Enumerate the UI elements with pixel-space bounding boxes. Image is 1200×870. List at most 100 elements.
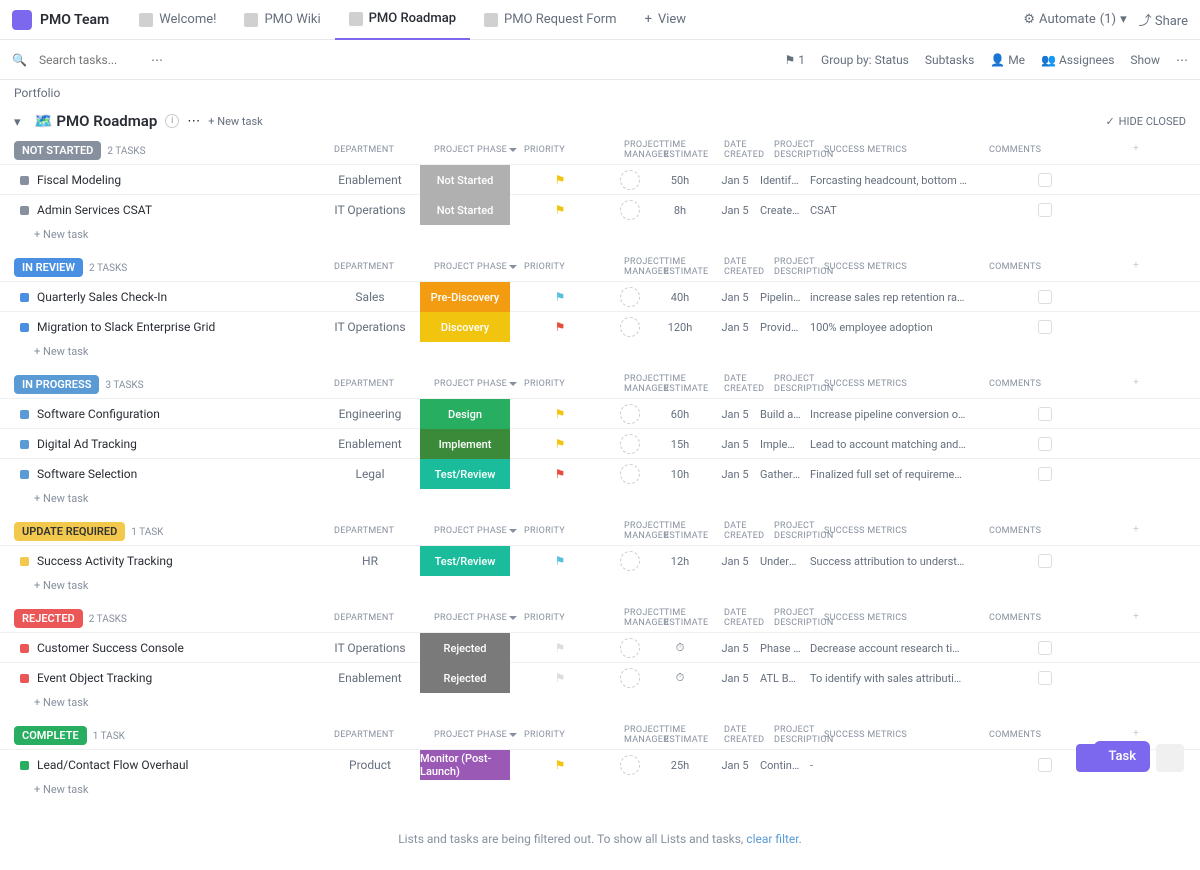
col-description[interactable]: PROJECT DESCRIPTION bbox=[774, 608, 824, 628]
col-estimate[interactable]: TIME ESTIMATE bbox=[664, 521, 724, 541]
share-button[interactable]: ⤴ Share bbox=[1139, 10, 1188, 29]
status-pill[interactable]: NOT STARTED bbox=[14, 141, 101, 160]
manager-cell[interactable] bbox=[610, 668, 650, 688]
description-cell[interactable]: Phase 1 is live (getting fields in Softw… bbox=[760, 642, 810, 655]
description-cell[interactable]: Create CSAT survey for Admin Services bbox=[760, 204, 810, 217]
status-dot[interactable] bbox=[20, 176, 29, 185]
col-manager[interactable]: PROJECT MANAGER bbox=[624, 608, 664, 628]
col-estimate[interactable]: TIME ESTIMATE bbox=[664, 725, 724, 745]
col-estimate[interactable]: TIME ESTIMATE bbox=[664, 374, 724, 394]
task-name[interactable]: Migration to Slack Enterprise Grid bbox=[37, 320, 215, 334]
col-comments[interactable]: COMMENTS bbox=[989, 613, 1129, 623]
status-dot[interactable] bbox=[20, 557, 29, 566]
phase-cell[interactable]: Not Started bbox=[420, 195, 510, 225]
task-name[interactable]: Success Activity Tracking bbox=[37, 554, 173, 568]
manager-cell[interactable] bbox=[610, 200, 650, 220]
phase-cell[interactable]: Test/Review bbox=[420, 546, 510, 576]
more-icon[interactable]: ⋯ bbox=[151, 53, 163, 67]
col-created[interactable]: DATE CREATED bbox=[724, 257, 774, 277]
show-menu[interactable]: Show bbox=[1130, 53, 1160, 67]
metric-cell[interactable]: CSAT bbox=[810, 204, 975, 217]
status-pill[interactable]: COMPLETE bbox=[14, 726, 87, 745]
comment-cell[interactable] bbox=[975, 320, 1115, 334]
info-icon[interactable]: i bbox=[165, 114, 179, 128]
phase-cell[interactable]: Rejected bbox=[420, 633, 510, 663]
tab-welcome[interactable]: Welcome! bbox=[125, 0, 230, 40]
col-metrics[interactable]: SUCCESS METRICS bbox=[824, 145, 989, 155]
department-cell[interactable]: Enablement bbox=[320, 173, 420, 187]
status-dot[interactable] bbox=[20, 470, 29, 479]
new-task-row[interactable]: + New task bbox=[0, 341, 1200, 362]
automate-button[interactable]: ⚙ Automate (1) ▾ bbox=[1023, 12, 1126, 27]
col-manager[interactable]: PROJECT MANAGER bbox=[624, 725, 664, 745]
department-cell[interactable]: IT Operations bbox=[320, 320, 420, 334]
col-priority[interactable]: PRIORITY bbox=[524, 145, 624, 155]
manager-cell[interactable] bbox=[610, 464, 650, 484]
metric-cell[interactable]: Finalized full set of requirements for V… bbox=[810, 468, 975, 481]
new-task-row[interactable]: + New task bbox=[0, 779, 1200, 800]
subtasks-toggle[interactable]: Subtasks bbox=[925, 53, 974, 67]
col-phase[interactable]: PROJECT PHASE bbox=[434, 379, 524, 389]
tab-wiki[interactable]: PMO Wiki bbox=[230, 0, 334, 40]
col-phase[interactable]: PROJECT PHASE bbox=[434, 526, 524, 536]
priority-cell[interactable]: ⚑ bbox=[510, 467, 610, 481]
breadcrumb[interactable]: Portfolio bbox=[0, 80, 1200, 106]
col-description[interactable]: PROJECT DESCRIPTION bbox=[774, 257, 824, 277]
priority-cell[interactable]: ⚑ bbox=[510, 290, 610, 304]
search-input[interactable] bbox=[39, 53, 139, 67]
description-cell[interactable]: ATL BTL tracking with Tableau dashboard … bbox=[760, 672, 810, 685]
comment-cell[interactable] bbox=[975, 173, 1115, 187]
comment-cell[interactable] bbox=[975, 407, 1115, 421]
add-column[interactable]: + bbox=[1129, 143, 1143, 157]
date-cell[interactable]: Jan 5 bbox=[710, 642, 760, 655]
comment-cell[interactable] bbox=[975, 203, 1115, 217]
metric-cell[interactable]: Decrease account research time for CSMs … bbox=[810, 642, 975, 655]
status-dot[interactable] bbox=[20, 410, 29, 419]
col-priority[interactable]: PRIORITY bbox=[524, 730, 624, 740]
add-column[interactable]: + bbox=[1129, 611, 1143, 625]
col-priority[interactable]: PRIORITY bbox=[524, 262, 624, 272]
metric-cell[interactable]: Lead to account matching and handling of… bbox=[810, 438, 975, 451]
status-dot[interactable] bbox=[20, 323, 29, 332]
add-column[interactable]: + bbox=[1129, 377, 1143, 391]
new-task-row[interactable]: + New task bbox=[0, 224, 1200, 245]
estimate-cell[interactable]: 60h bbox=[650, 408, 710, 421]
table-row[interactable]: Lead/Contact Flow OverhaulProductMonitor… bbox=[0, 749, 1200, 779]
task-name[interactable]: Fiscal Modeling bbox=[37, 173, 121, 187]
estimate-cell[interactable]: ⏱ bbox=[650, 641, 710, 655]
status-dot[interactable] bbox=[20, 644, 29, 653]
new-task-row[interactable]: + New task bbox=[0, 692, 1200, 713]
table-row[interactable]: Event Object TrackingEnablementRejected⚑… bbox=[0, 662, 1200, 692]
priority-cell[interactable]: ⚑ bbox=[510, 554, 610, 568]
col-metrics[interactable]: SUCCESS METRICS bbox=[824, 379, 989, 389]
col-priority[interactable]: PRIORITY bbox=[524, 379, 624, 389]
department-cell[interactable]: Legal bbox=[320, 467, 420, 481]
table-row[interactable]: Software ConfigurationEngineeringDesign⚑… bbox=[0, 398, 1200, 428]
col-department[interactable]: DEPARTMENT bbox=[334, 379, 434, 389]
col-estimate[interactable]: TIME ESTIMATE bbox=[664, 608, 724, 628]
col-phase[interactable]: PROJECT PHASE bbox=[434, 730, 524, 740]
metric-cell[interactable]: Forcasting headcount, bottom line, CAC, … bbox=[810, 174, 975, 187]
col-manager[interactable]: PROJECT MANAGER bbox=[624, 140, 664, 160]
estimate-cell[interactable]: 12h bbox=[650, 555, 710, 568]
estimate-cell[interactable]: 120h bbox=[650, 321, 710, 334]
department-cell[interactable]: Sales bbox=[320, 290, 420, 304]
description-cell[interactable]: Pipeline needs improvement for MoM and Q… bbox=[760, 291, 810, 304]
date-cell[interactable]: Jan 5 bbox=[710, 174, 760, 187]
col-comments[interactable]: COMMENTS bbox=[989, 379, 1129, 389]
estimate-cell[interactable]: 50h bbox=[650, 174, 710, 187]
col-metrics[interactable]: SUCCESS METRICS bbox=[824, 526, 989, 536]
date-cell[interactable]: Jan 5 bbox=[710, 408, 760, 421]
priority-cell[interactable]: ⚑ bbox=[510, 641, 610, 655]
estimate-cell[interactable]: 25h bbox=[650, 759, 710, 772]
col-estimate[interactable]: TIME ESTIMATE bbox=[664, 140, 724, 160]
metric-cell[interactable]: increase sales rep retention rates QoQ a… bbox=[810, 291, 975, 304]
phase-cell[interactable]: Design bbox=[420, 399, 510, 429]
status-dot[interactable] bbox=[20, 674, 29, 683]
comment-cell[interactable] bbox=[975, 437, 1115, 451]
manager-cell[interactable] bbox=[610, 317, 650, 337]
col-comments[interactable]: COMMENTS bbox=[989, 730, 1129, 740]
col-department[interactable]: DEPARTMENT bbox=[334, 145, 434, 155]
phase-cell[interactable]: Pre-Discovery bbox=[420, 282, 510, 312]
priority-cell[interactable]: ⚑ bbox=[510, 407, 610, 421]
